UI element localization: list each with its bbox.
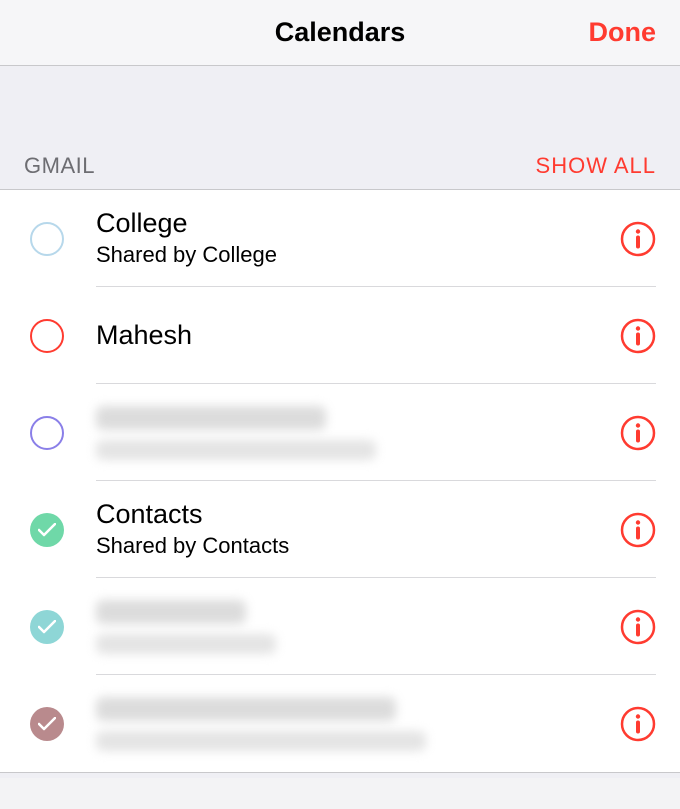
calendar-row[interactable]: ContactsShared by Contacts: [0, 481, 680, 578]
calendar-title-redacted: [96, 697, 396, 721]
calendar-subtitle: Shared by College: [96, 241, 604, 270]
calendar-checkbox[interactable]: [30, 707, 64, 741]
calendar-list: CollegeShared by CollegeMaheshContactsSh…: [0, 190, 680, 772]
calendar-row-content: [96, 406, 604, 460]
section-spacer: [0, 66, 680, 144]
info-icon[interactable]: [620, 609, 656, 645]
page-title: Calendars: [275, 17, 406, 48]
calendar-title-redacted: [96, 600, 246, 624]
calendar-row-content: [96, 697, 604, 751]
calendar-checkbox[interactable]: [30, 513, 64, 547]
header-bar: Calendars Done: [0, 0, 680, 66]
calendar-row[interactable]: [0, 578, 680, 675]
calendar-checkbox[interactable]: [30, 222, 64, 256]
calendar-subtitle-redacted: [96, 634, 276, 654]
calendar-subtitle-redacted: [96, 731, 426, 751]
calendar-checkbox[interactable]: [30, 610, 64, 644]
calendar-row[interactable]: [0, 384, 680, 481]
calendar-title-redacted: [96, 406, 326, 430]
info-icon[interactable]: [620, 415, 656, 451]
calendar-subtitle: Shared by Contacts: [96, 532, 604, 561]
calendar-subtitle-redacted: [96, 440, 376, 460]
calendar-checkbox[interactable]: [30, 319, 64, 353]
info-icon[interactable]: [620, 221, 656, 257]
calendar-row-content: CollegeShared by College: [96, 207, 604, 270]
show-all-button[interactable]: SHOW ALL: [536, 153, 656, 179]
calendar-row-content: [96, 600, 604, 654]
calendar-checkbox[interactable]: [30, 416, 64, 450]
section-label: GMAIL: [24, 153, 95, 179]
calendar-row[interactable]: Mahesh: [0, 287, 680, 384]
calendar-title: Contacts: [96, 498, 604, 530]
calendar-row[interactable]: CollegeShared by College: [0, 190, 680, 287]
done-button[interactable]: Done: [589, 17, 657, 48]
info-icon[interactable]: [620, 318, 656, 354]
calendar-title: College: [96, 207, 604, 239]
calendar-title: Mahesh: [96, 319, 604, 351]
calendar-row-content: Mahesh: [96, 319, 604, 351]
info-icon[interactable]: [620, 706, 656, 742]
info-icon[interactable]: [620, 512, 656, 548]
footer-gap: [0, 772, 680, 778]
calendar-row-content: ContactsShared by Contacts: [96, 498, 604, 561]
calendar-row[interactable]: [0, 675, 680, 772]
section-header: GMAIL SHOW ALL: [0, 144, 680, 190]
